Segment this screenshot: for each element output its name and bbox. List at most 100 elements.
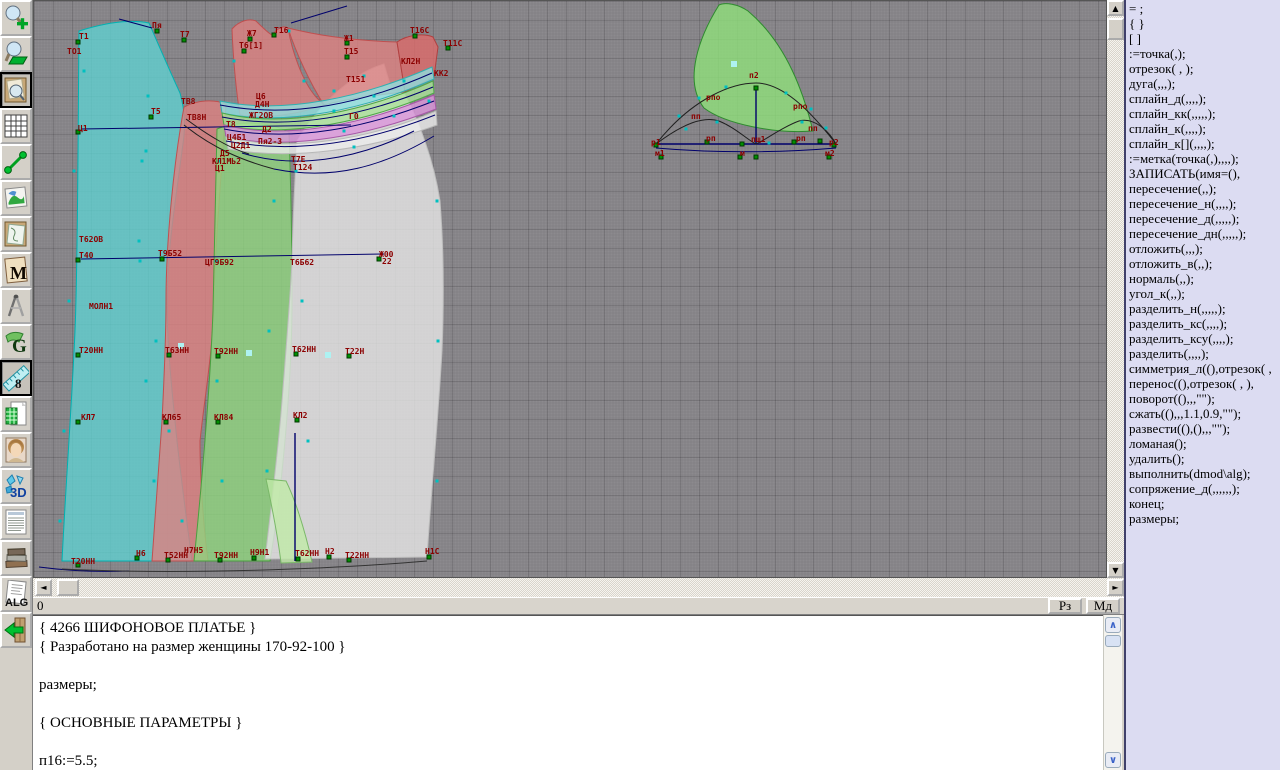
pattern-canvas[interactable]: Т1ТО1ПяТ7Ж7Т6[1]Т16Ж1Т15Т16СТ11СТ151КЛ2Н… <box>34 1 1106 577</box>
sidebar-command[interactable]: разделить(,,,,); <box>1129 346 1280 361</box>
svg-text:Т92НН: Т92НН <box>214 551 238 560</box>
exit-button[interactable] <box>0 612 32 648</box>
sidebar-command[interactable]: ломаная(); <box>1129 436 1280 451</box>
svg-text:Т62ОВ: Т62ОВ <box>79 235 103 244</box>
sidebar-command[interactable]: перенос((),отрезок( , ), <box>1129 376 1280 391</box>
size-table-button[interactable] <box>0 396 32 432</box>
algorithm-editor[interactable]: { 4266 ШИФОНОВОЕ ПЛАТЬЕ }{ Разработано н… <box>33 615 1103 770</box>
three-d-icon: 3D <box>3 472 29 500</box>
scroll-right-button[interactable]: ► <box>1107 579 1124 596</box>
svg-text:Т7: Т7 <box>180 30 190 39</box>
sidebar-command[interactable]: конец; <box>1129 496 1280 511</box>
sidebar-command[interactable]: пересечение(,,); <box>1129 181 1280 196</box>
svg-text:Н2: Н2 <box>325 547 335 556</box>
sidebar-command[interactable]: :=точка(,); <box>1129 46 1280 61</box>
svg-text:Д4Н: Д4Н <box>255 100 270 109</box>
vscroll-thumb[interactable] <box>1107 18 1124 40</box>
editor-scroll-up-button[interactable]: ∧ <box>1105 617 1121 633</box>
sidebar-command[interactable]: разделить_кс(,,,,); <box>1129 316 1280 331</box>
sidebar-command[interactable]: ЗАПИСАТЬ(имя=(), <box>1129 166 1280 181</box>
grazia-button[interactable]: G <box>0 324 32 360</box>
view-3d-button[interactable]: 3D <box>0 468 32 504</box>
svg-text:рп: рп <box>796 134 806 143</box>
sidebar-command[interactable]: симметрия_л((),отрезок( , <box>1129 361 1280 376</box>
sidebar-command[interactable]: угол_к(,,); <box>1129 286 1280 301</box>
svg-text:ТО1: ТО1 <box>67 47 82 56</box>
scroll-left-button[interactable]: ◄ <box>35 579 52 596</box>
svg-text:Т9Б52: Т9Б52 <box>158 249 182 258</box>
sidebar-command[interactable]: пересечение_дн(,,,,,); <box>1129 226 1280 241</box>
svg-text:пп: пп <box>808 124 818 133</box>
list-button[interactable] <box>0 504 32 540</box>
sidebar-command[interactable]: размеры; <box>1129 511 1280 526</box>
svg-text:Т62НН: Т62НН <box>292 345 316 354</box>
patterns-button[interactable] <box>0 216 32 252</box>
rz-mode-button[interactable]: Рз <box>1048 598 1082 614</box>
sidebar-command[interactable]: сплайн_к(,,,,); <box>1129 121 1280 136</box>
sidebar-command[interactable]: дуга(,,,); <box>1129 76 1280 91</box>
svg-text:Ж7: Ж7 <box>247 29 257 38</box>
sketch-button[interactable] <box>0 180 32 216</box>
svg-text:Т6[1]: Т6[1] <box>239 41 263 50</box>
editor-scroll-down-button[interactable]: ∨ <box>1105 752 1121 768</box>
svg-text:ЦГ9Б92: ЦГ9Б92 <box>205 258 234 267</box>
sidebar-command[interactable]: развести((),(),,,""); <box>1129 421 1280 436</box>
sidebar-command[interactable]: сплайн_д(,,,,); <box>1129 91 1280 106</box>
measure-segment-button[interactable] <box>0 144 32 180</box>
svg-text:Т1: Т1 <box>79 32 89 41</box>
methods-button[interactable]: M <box>0 252 32 288</box>
sidebar-command[interactable]: = ; <box>1129 1 1280 16</box>
sidebar-command[interactable]: разделить_н(,,,,,); <box>1129 301 1280 316</box>
preview-button[interactable] <box>0 72 32 108</box>
sidebar-command[interactable]: пересечение_д(,,,,,); <box>1129 211 1280 226</box>
sidebar-command[interactable]: отложить_в(,,); <box>1129 256 1280 271</box>
library-button[interactable] <box>0 540 32 576</box>
scroll-down-button[interactable]: ▼ <box>1107 562 1124 578</box>
toolbar: M G 8 3D ALG <box>0 0 33 770</box>
svg-text:м: м <box>740 149 745 158</box>
sidebar-command[interactable]: отложить(,,,); <box>1129 241 1280 256</box>
sidebar-command[interactable]: сплайн_кк(,,,,,); <box>1129 106 1280 121</box>
svg-text:Т20НН: Т20НН <box>71 557 95 566</box>
zoom-in-button[interactable] <box>0 0 32 36</box>
zoom-area-button[interactable] <box>0 36 32 72</box>
sidebar-command[interactable]: выполнить(dmod\alg); <box>1129 466 1280 481</box>
canvas-vscrollbar[interactable]: ▲ ▼ <box>1107 0 1124 578</box>
eight-glyph: 8 <box>15 376 22 391</box>
sidebar-command[interactable]: пересечение_н(,,,,); <box>1129 196 1280 211</box>
model-photo-button[interactable] <box>0 432 32 468</box>
ruler-button[interactable]: 8 <box>0 360 32 396</box>
sidebar-command[interactable]: сплайн_к[](,,,,); <box>1129 136 1280 151</box>
sidebar-command[interactable]: нормаль(,,); <box>1129 271 1280 286</box>
svg-text:Ц1: Ц1 <box>78 124 88 133</box>
pattern-pieces[interactable] <box>62 4 813 563</box>
canvas-hscrollbar[interactable]: ◄ ► <box>33 578 1124 597</box>
sidebar-command[interactable]: [ ] <box>1129 31 1280 46</box>
svg-text:рп: рп <box>706 134 716 143</box>
sidebar-command[interactable]: отрезок( , ); <box>1129 61 1280 76</box>
sidebar-command[interactable]: удалить(); <box>1129 451 1280 466</box>
editor-vscrollbar[interactable]: ∧ ∨ <box>1103 615 1122 770</box>
svg-text:ТВ8Н: ТВ8Н <box>187 113 206 122</box>
alg-glyph: ALG <box>5 597 28 608</box>
sidebar-command[interactable]: сжать((),,,1.1,0.9,""); <box>1129 406 1280 421</box>
sidebar-command[interactable]: :=метка(точка(,),,,,); <box>1129 151 1280 166</box>
algorithm-button[interactable]: ALG <box>0 576 32 612</box>
lens-document-icon <box>3 76 29 104</box>
svg-text:КЛ65: КЛ65 <box>162 413 181 422</box>
svg-text:Н1С: Н1С <box>425 547 440 556</box>
hscroll-thumb[interactable] <box>57 579 79 596</box>
sidebar-command[interactable]: поворот((),,,""); <box>1129 391 1280 406</box>
grid-button[interactable] <box>0 108 32 144</box>
sidebar-command[interactable]: { } <box>1129 16 1280 31</box>
sidebar-command[interactable]: разделить_ксу(,,,,); <box>1129 331 1280 346</box>
editor-line: { ОСНОВНЫЕ ПАРАМЕТРЫ } <box>39 714 1103 733</box>
sidebar-command[interactable]: сопряжение_д(,,,,,,); <box>1129 481 1280 496</box>
md-mode-button[interactable]: Мд <box>1086 598 1120 614</box>
threed-glyph: 3D <box>10 485 27 500</box>
scroll-up-button[interactable]: ▲ <box>1107 0 1124 16</box>
svg-text:Т20НН: Т20НН <box>79 346 103 355</box>
editor-scroll-thumb[interactable] <box>1105 635 1121 647</box>
ruler-8-icon: 8 <box>3 364 29 392</box>
drafting-tools-button[interactable] <box>0 288 32 324</box>
